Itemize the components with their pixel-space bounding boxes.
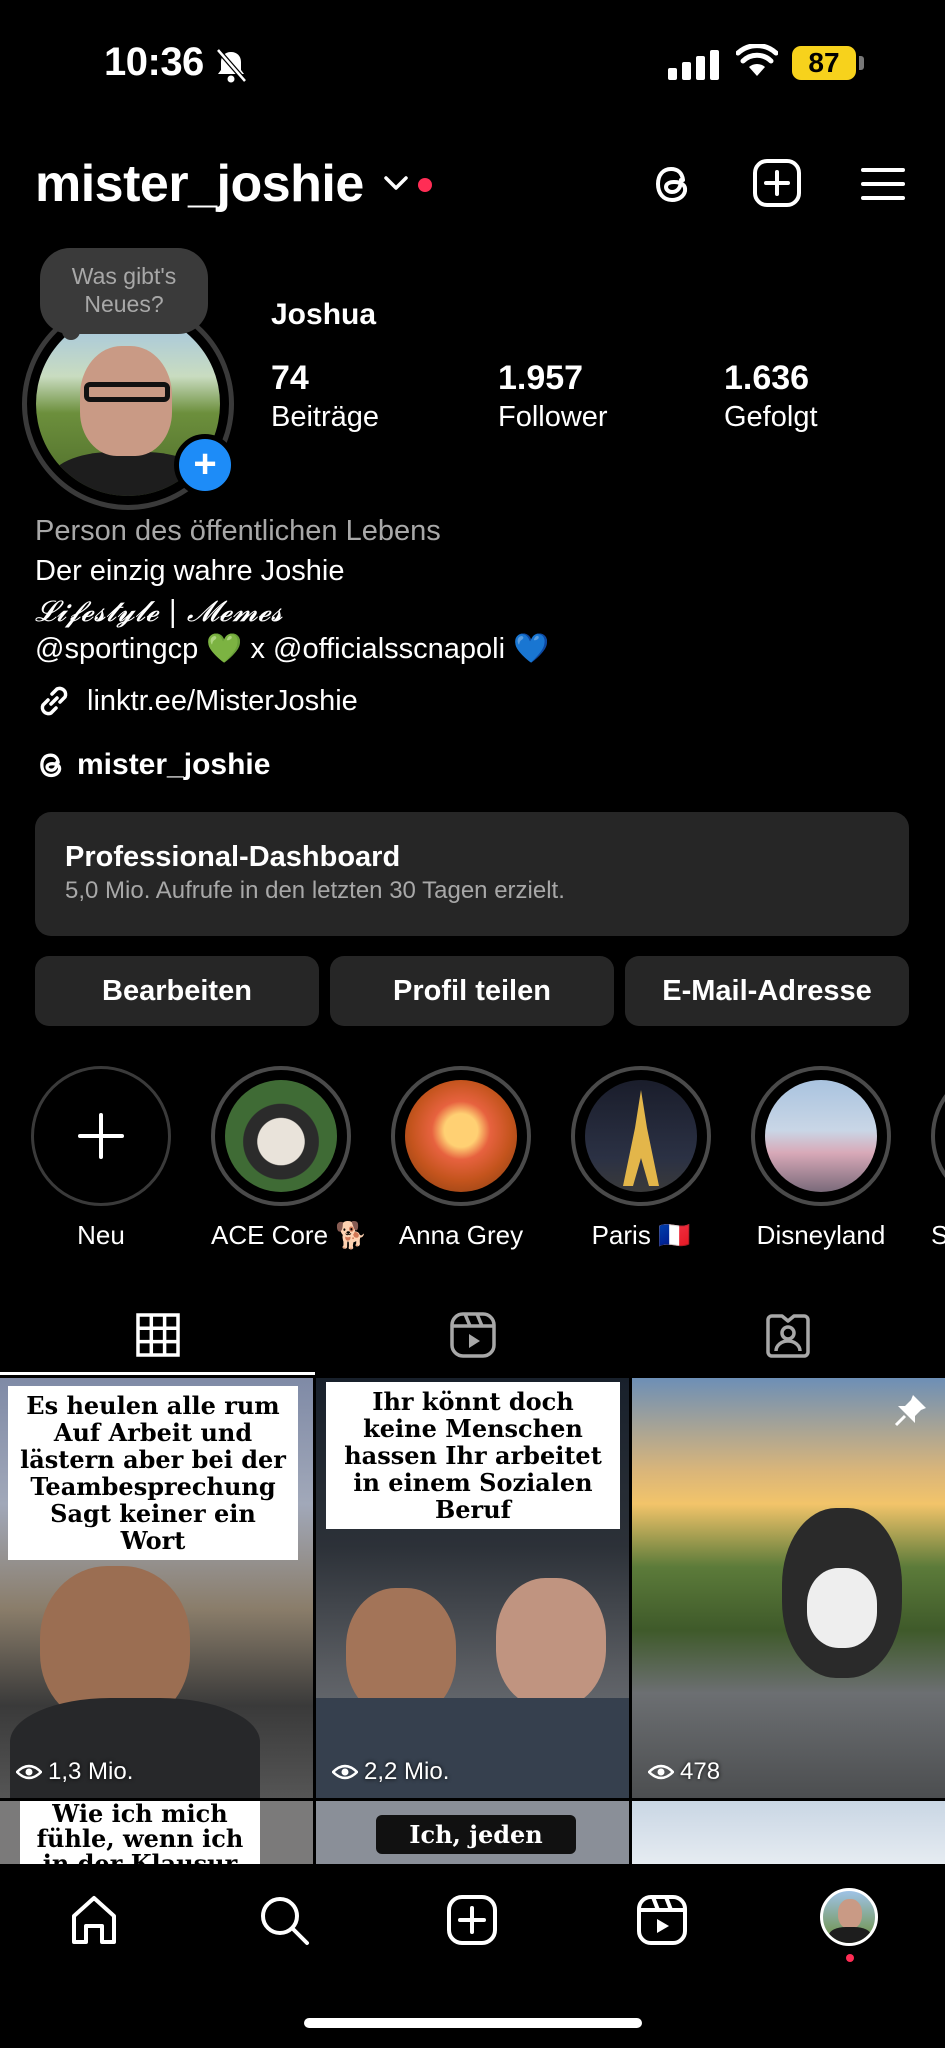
post-tile[interactable]: Ihr könnt doch keine Menschen hassen Ihr… [316, 1378, 629, 1798]
highlight-item[interactable]: Disneyland [751, 1066, 891, 1251]
post-views: 478 [648, 1758, 720, 1786]
plus-icon [78, 1113, 124, 1159]
eye-icon [16, 1764, 42, 1780]
following-stat[interactable]: 1.636 Gefolgt [724, 358, 818, 436]
highlight-label: ACE Core 🐕 [211, 1220, 368, 1250]
post-caption: Wie ich mich fühle, wenn ich in der Klau… [20, 1801, 260, 1871]
silent-bell-icon [216, 48, 247, 83]
highlight-item[interactable]: Anna Grey [391, 1066, 531, 1251]
followers-stat[interactable]: 1.957 Follower [498, 358, 608, 436]
following-label: Gefolgt [724, 401, 818, 433]
dashboard-title: Professional-Dashboard [65, 841, 401, 873]
highlight-label: Anna Grey [398, 1220, 524, 1250]
posts-stat[interactable]: 74 Beiträge [271, 358, 379, 436]
edit-profile-button[interactable]: Bearbeiten [35, 956, 319, 1026]
highlight-label: S [931, 1220, 945, 1250]
reels-icon [449, 1312, 496, 1358]
email-button[interactable]: E-Mail-Adresse [625, 956, 909, 1026]
tab-grid[interactable] [0, 1300, 315, 1370]
active-tab-indicator [0, 1372, 315, 1375]
posts-count: 74 [271, 359, 309, 397]
followers-count: 1.957 [498, 359, 584, 397]
threads-handle: mister_joshie [77, 748, 271, 781]
tab-tagged[interactable] [630, 1300, 945, 1370]
tagged-icon [765, 1314, 810, 1358]
pin-icon [894, 1395, 926, 1427]
search-icon[interactable] [256, 1892, 312, 1948]
wifi-icon [736, 44, 778, 76]
profile-name: Joshua [271, 298, 377, 331]
status-time: 10:36 [104, 40, 204, 84]
dashboard-subtitle: 5,0 Mio. Aufrufe in den letzten 30 Tagen… [65, 877, 565, 904]
bio-line: 𝓛𝓲𝓯𝓮𝓼𝓽𝔂𝓵𝓮 | 𝓜𝓮𝓶𝓮𝓼 [35, 594, 283, 628]
post-tile[interactable]: Ich, jeden [316, 1801, 629, 1871]
chevron-down-icon[interactable] [382, 174, 410, 192]
eye-icon [332, 1764, 358, 1780]
post-views: 2,2 Mio. [332, 1758, 449, 1786]
highlight-label: Disneyland [756, 1220, 886, 1250]
link-icon [40, 686, 68, 716]
create-post-icon[interactable] [752, 158, 802, 208]
post-views: 1,3 Mio. [16, 1758, 133, 1786]
profile-nav-avatar[interactable] [820, 1888, 878, 1946]
account-username[interactable]: mister_joshie [35, 154, 364, 214]
highlight-label: Paris 🇫🇷 [591, 1220, 691, 1250]
highlight-label: Neu [77, 1220, 125, 1250]
highlight-item[interactable]: S [931, 1066, 945, 1251]
bio-line-mentions[interactable]: @sportingcp 💚 x @officialsscnapoli 💙 [35, 630, 549, 668]
post-tile[interactable]: 478 [632, 1378, 945, 1798]
posts-label: Beiträge [271, 401, 380, 433]
post-caption: Ihr könnt doch keine Menschen hassen Ihr… [326, 1382, 620, 1529]
bio-line: Der einzig wahre Joshie [35, 555, 345, 587]
threads-icon[interactable] [648, 158, 696, 210]
post-tile[interactable]: Es heulen alle rum Auf Arbeit und läster… [0, 1378, 313, 1798]
add-story-button[interactable]: + [174, 434, 236, 496]
reels-nav-icon[interactable] [634, 1892, 690, 1948]
note-bubble[interactable]: Was gibt's Neues? [40, 248, 208, 334]
profile-category: Person des öffentlichen Lebens [35, 515, 441, 547]
following-count: 1.636 [724, 359, 810, 397]
link-text: linktr.ee/MisterJoshie [87, 684, 358, 717]
professional-dashboard[interactable]: Professional-Dashboard 5,0 Mio. Aufrufe … [35, 812, 909, 936]
home-indicator [304, 2018, 642, 2028]
post-caption: Es heulen alle rum Auf Arbeit und läster… [8, 1386, 298, 1560]
share-profile-button[interactable]: Profil teilen [330, 956, 614, 1026]
profile-link[interactable]: linktr.ee/MisterJoshie [35, 682, 358, 720]
highlight-item[interactable]: Paris 🇫🇷 [571, 1066, 711, 1251]
post-tile[interactable] [632, 1801, 945, 1871]
highlight-new[interactable]: Neu [31, 1066, 171, 1251]
battery-indicator: 87 [792, 46, 856, 80]
home-icon[interactable] [66, 1892, 122, 1948]
highlight-item[interactable]: ACE Core 🐕 [211, 1066, 368, 1251]
menu-icon[interactable] [860, 166, 906, 202]
notification-dot [418, 178, 432, 192]
post-caption: Ich, jeden [376, 1815, 576, 1854]
eye-icon [648, 1764, 674, 1780]
post-tile[interactable]: Wie ich mich fühle, wenn ich in der Klau… [0, 1801, 313, 1871]
grid-icon [135, 1313, 180, 1357]
create-icon[interactable] [444, 1892, 500, 1948]
profile-notification-dot [846, 1954, 854, 1962]
tab-reels[interactable] [315, 1300, 630, 1370]
threads-small-icon [40, 753, 62, 778]
cellular-signal-icon [668, 50, 719, 80]
followers-label: Follower [498, 401, 608, 433]
threads-profile-link[interactable]: mister_joshie [35, 748, 270, 782]
battery-tip [859, 56, 864, 70]
